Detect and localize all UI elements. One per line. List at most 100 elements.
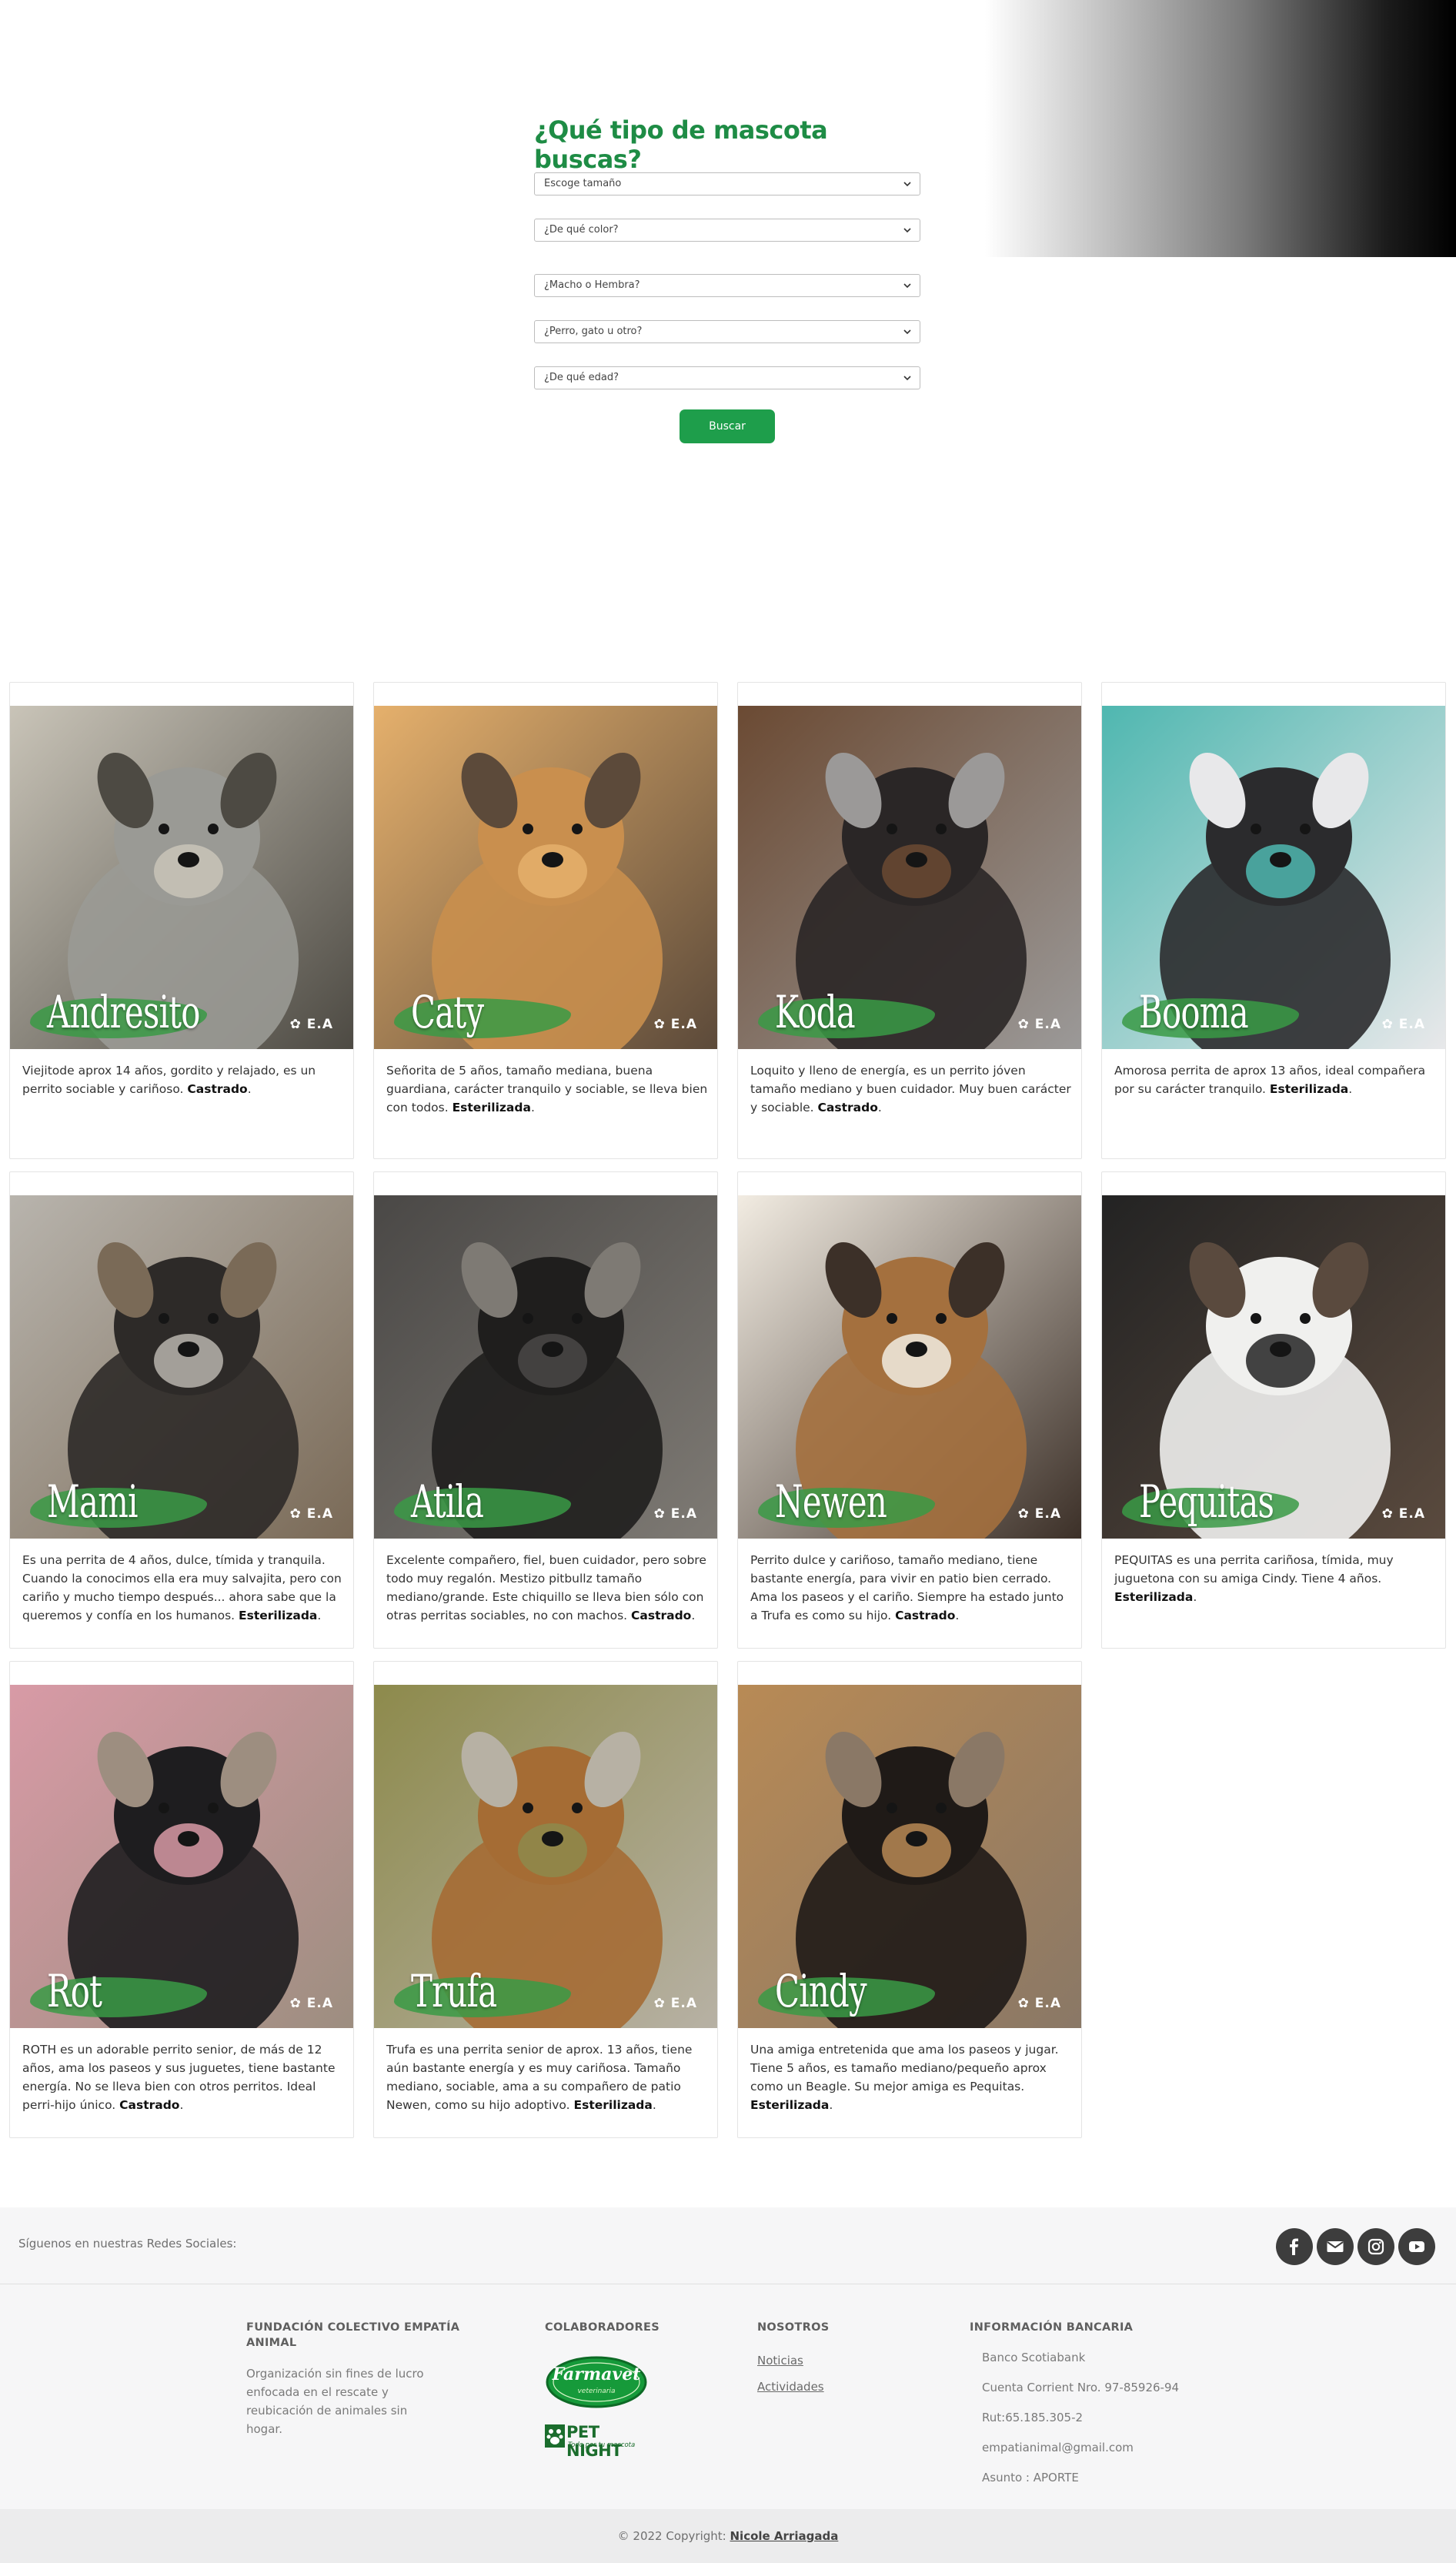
pet-name: Rot — [47, 1965, 102, 2017]
header-gradient-banner — [985, 0, 1456, 257]
foundation-logo: ✿ E.A — [289, 1017, 333, 1032]
instagram-icon — [1368, 2238, 1384, 2255]
facebook-button[interactable] — [1276, 2228, 1313, 2265]
chevron-down-icon — [903, 283, 911, 289]
author-link[interactable]: Nicole Arriagada — [730, 2529, 839, 2543]
pet-name: Koda — [775, 986, 856, 1038]
chevron-down-icon — [903, 376, 911, 381]
youtube-icon — [1409, 2241, 1424, 2252]
petnight-logo-subtext: Todo por tu mascota — [568, 2441, 636, 2449]
foundation-logo: ✿ E.A — [1381, 1506, 1425, 1522]
pet-description: Una amiga entretenida que ama los paseos… — [750, 2043, 1059, 2112]
farmavet-logo[interactable]: Farmavet veterinaria — [545, 2355, 648, 2409]
pet-name: Trufa — [411, 1965, 497, 2017]
pet-name: Cindy — [775, 1965, 867, 2017]
pet-description: Señorita de 5 años, tamaño mediana, buen… — [386, 1064, 708, 1114]
foundation-logo: ✿ E.A — [653, 1996, 697, 2011]
pet-photo: Caty ✿ E.A — [374, 706, 717, 1049]
pet-status: Esterilizada — [1269, 1082, 1349, 1096]
foundation-logo: ✿ E.A — [289, 1506, 333, 1522]
pet-status: Esterilizada — [239, 1609, 318, 1622]
pet-status: Esterilizada — [573, 2098, 653, 2112]
bank-account: Cuenta Corrient Nro. 97-85926-94 — [982, 2381, 1180, 2394]
foundation-logo: ✿ E.A — [289, 1996, 333, 2011]
pet-status: Castrado — [817, 1101, 878, 1114]
youtube-button[interactable] — [1398, 2228, 1435, 2265]
pet-name: Booma — [1139, 986, 1249, 1038]
facebook-icon — [1290, 2238, 1298, 2255]
pet-photo: Trufa ✿ E.A — [374, 1685, 717, 2028]
pet-status: Castrado — [119, 2098, 180, 2112]
news-link[interactable]: Noticias — [757, 2354, 911, 2368]
email-button[interactable] — [1317, 2228, 1354, 2265]
sex-select[interactable]: ¿Macho o Hembra? — [534, 274, 920, 297]
foundation-logo: ✿ E.A — [1381, 1017, 1425, 1032]
pet-photo: Atila ✿ E.A — [374, 1195, 717, 1539]
pet-card[interactable]: Caty ✿ E.A Señorita de 5 años, tamaño medi… — [373, 682, 718, 1159]
bank-rut: Rut:65.185.305-2 — [982, 2411, 1084, 2424]
pet-card[interactable]: Koda ✿ E.A Loquito y lleno de energía, es … — [737, 682, 1082, 1159]
size-select-value: Escoge tamaño — [544, 178, 622, 189]
search-button[interactable]: Buscar — [680, 409, 775, 443]
copyright-text: © 2022 Copyright: — [617, 2529, 726, 2543]
pet-card[interactable]: Rot ✿ E.A ROTH es un adorable perrito seni… — [9, 1661, 354, 2138]
pet-status: Castrado — [895, 1609, 956, 1622]
footer-bank-column: INFORMACIÓN BANCARIA Banco Scotiabank Cu… — [970, 2320, 1247, 2493]
pet-card[interactable]: Mami ✿ E.A Es una perrita de 4 años, dulce… — [9, 1171, 354, 1649]
footer-about-column: NOSOTROS Noticias Actividades — [757, 2320, 911, 2406]
color-select[interactable]: ¿De qué color? — [534, 219, 920, 242]
pet-name: Atila — [411, 1475, 484, 1528]
pet-card[interactable]: Andresito ✿ E.A Viejitode aprox 14 años, g… — [9, 682, 354, 1159]
bank-title: INFORMACIÓN BANCARIA — [970, 2321, 1134, 2334]
foundation-logo: ✿ E.A — [1017, 1996, 1061, 2011]
bank-email: empatianimal@gmail.com — [982, 2441, 1134, 2454]
footer-collaborators-column: COLABORADORES Farmavet veterinaria PET N… — [545, 2320, 699, 2460]
pet-status: Esterilizada — [750, 2098, 830, 2112]
pet-name: Mami — [47, 1475, 138, 1528]
pet-filter-form: ¿Qué tipo de mascota buscas? Escoge tama… — [534, 115, 922, 454]
copyright-bar: © 2022 Copyright: Nicole Arriagada — [0, 2509, 1456, 2563]
pet-card[interactable]: Booma ✿ E.A Amorosa perrita de aprox 13 añ… — [1101, 682, 1446, 1159]
pet-status: Castrado — [631, 1609, 692, 1622]
pet-card[interactable]: Cindy ✿ E.A Una amiga entretenida que ama … — [737, 1661, 1082, 2138]
pet-description: ROTH es un adorable perrito senior, de m… — [22, 2043, 336, 2112]
pet-card[interactable]: Trufa ✿ E.A Trufa es una perrita senior de… — [373, 1661, 718, 2138]
pet-photo: Cindy ✿ E.A — [738, 1685, 1081, 2028]
bank-subject: Asunto : APORTE — [982, 2471, 1079, 2484]
pet-photo: Rot ✿ E.A — [10, 1685, 353, 2028]
chevron-down-icon — [903, 228, 911, 233]
pet-description-text: ROTH es un adorable perrito senior, de m… — [22, 2043, 336, 2112]
size-select[interactable]: Escoge tamaño — [534, 172, 920, 195]
chevron-down-icon — [903, 329, 911, 335]
species-select-value: ¿Perro, gato u otro? — [544, 326, 643, 337]
org-description: Organización sin fines de lucro enfocada… — [246, 2367, 424, 2436]
activities-link[interactable]: Actividades — [757, 2380, 911, 2394]
pet-description: Trufa es una perrita senior de aprox. 13… — [386, 2043, 693, 2112]
pet-description: Excelente compañero, fiel, buen cuidador… — [386, 1553, 706, 1622]
pet-description-text: Señorita de 5 años, tamaño mediana, buen… — [386, 1064, 708, 1114]
pet-card[interactable]: Pequitas ✿ E.A PEQUITAS es una perrita car… — [1101, 1171, 1446, 1649]
pet-photo: Mami ✿ E.A — [10, 1195, 353, 1539]
pet-card[interactable]: Newen ✿ E.A Perrito dulce y cariñoso, tama… — [737, 1171, 1082, 1649]
pet-description: Es una perrita de 4 años, dulce, tímida … — [22, 1553, 342, 1622]
pet-photo: Booma ✿ E.A — [1102, 706, 1445, 1049]
paw-icon — [545, 2424, 565, 2448]
pet-photo: Andresito ✿ E.A — [10, 706, 353, 1049]
pet-name: Caty — [411, 986, 484, 1038]
color-select-value: ¿De qué color? — [544, 224, 619, 236]
instagram-button[interactable] — [1357, 2228, 1394, 2265]
pet-description: PEQUITAS es una perrita cariñosa, tímida… — [1114, 1553, 1394, 1604]
org-title: FUNDACIÓN COLECTIVO EMPATÍA ANIMAL — [246, 2321, 460, 2349]
bank-name: Banco Scotiabank — [982, 2351, 1086, 2364]
pet-name: Pequitas — [1139, 1475, 1274, 1528]
age-select[interactable]: ¿De qué edad? — [534, 366, 920, 389]
pet-card[interactable]: Atila ✿ E.A Excelente compañero, fiel, bue… — [373, 1171, 718, 1649]
pet-description: Perrito dulce y cariñoso, tamaño mediano… — [750, 1553, 1064, 1622]
petnight-logo[interactable]: PET NIGHT Todo por tu mascota — [545, 2423, 653, 2460]
farmavet-logo-subtext: veterinaria — [577, 2388, 616, 2395]
species-select[interactable]: ¿Perro, gato u otro? — [534, 320, 920, 343]
pet-description: Viejitode aprox 14 años, gordito y relaj… — [22, 1064, 316, 1096]
filter-title: ¿Qué tipo de mascota buscas? — [534, 115, 828, 174]
foundation-logo: ✿ E.A — [1017, 1017, 1061, 1032]
sex-select-value: ¿Macho o Hembra? — [544, 279, 640, 291]
